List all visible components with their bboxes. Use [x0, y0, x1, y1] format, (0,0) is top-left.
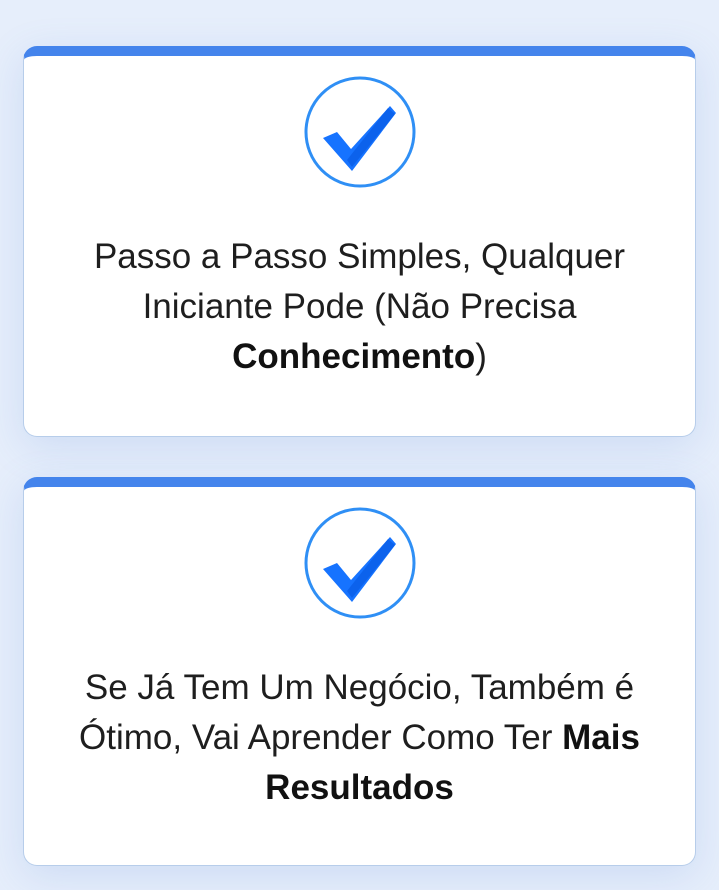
feature-card-text-regular: Se Já Tem Um Negócio, Também é Ótimo, Va… [79, 668, 635, 757]
feature-card-existing-business: Se Já Tem Um Negócio, Também é Ótimo, Va… [23, 477, 696, 866]
feature-card-text: Passo a Passo Simples, Qualquer Iniciant… [64, 232, 655, 382]
feature-card-simple-steps: Passo a Passo Simples, Qualquer Iniciant… [23, 46, 696, 437]
feature-card-text-closing: ) [475, 337, 487, 376]
feature-card-text: Se Já Tem Um Negócio, Também é Ótimo, Va… [64, 663, 655, 813]
feature-card-text-bold: Conhecimento [232, 337, 476, 376]
feature-card-text-regular: Passo a Passo Simples, Qualquer Iniciant… [93, 237, 626, 326]
checkmark-circle-icon [304, 76, 416, 188]
checkmark-circle-icon [304, 507, 416, 619]
